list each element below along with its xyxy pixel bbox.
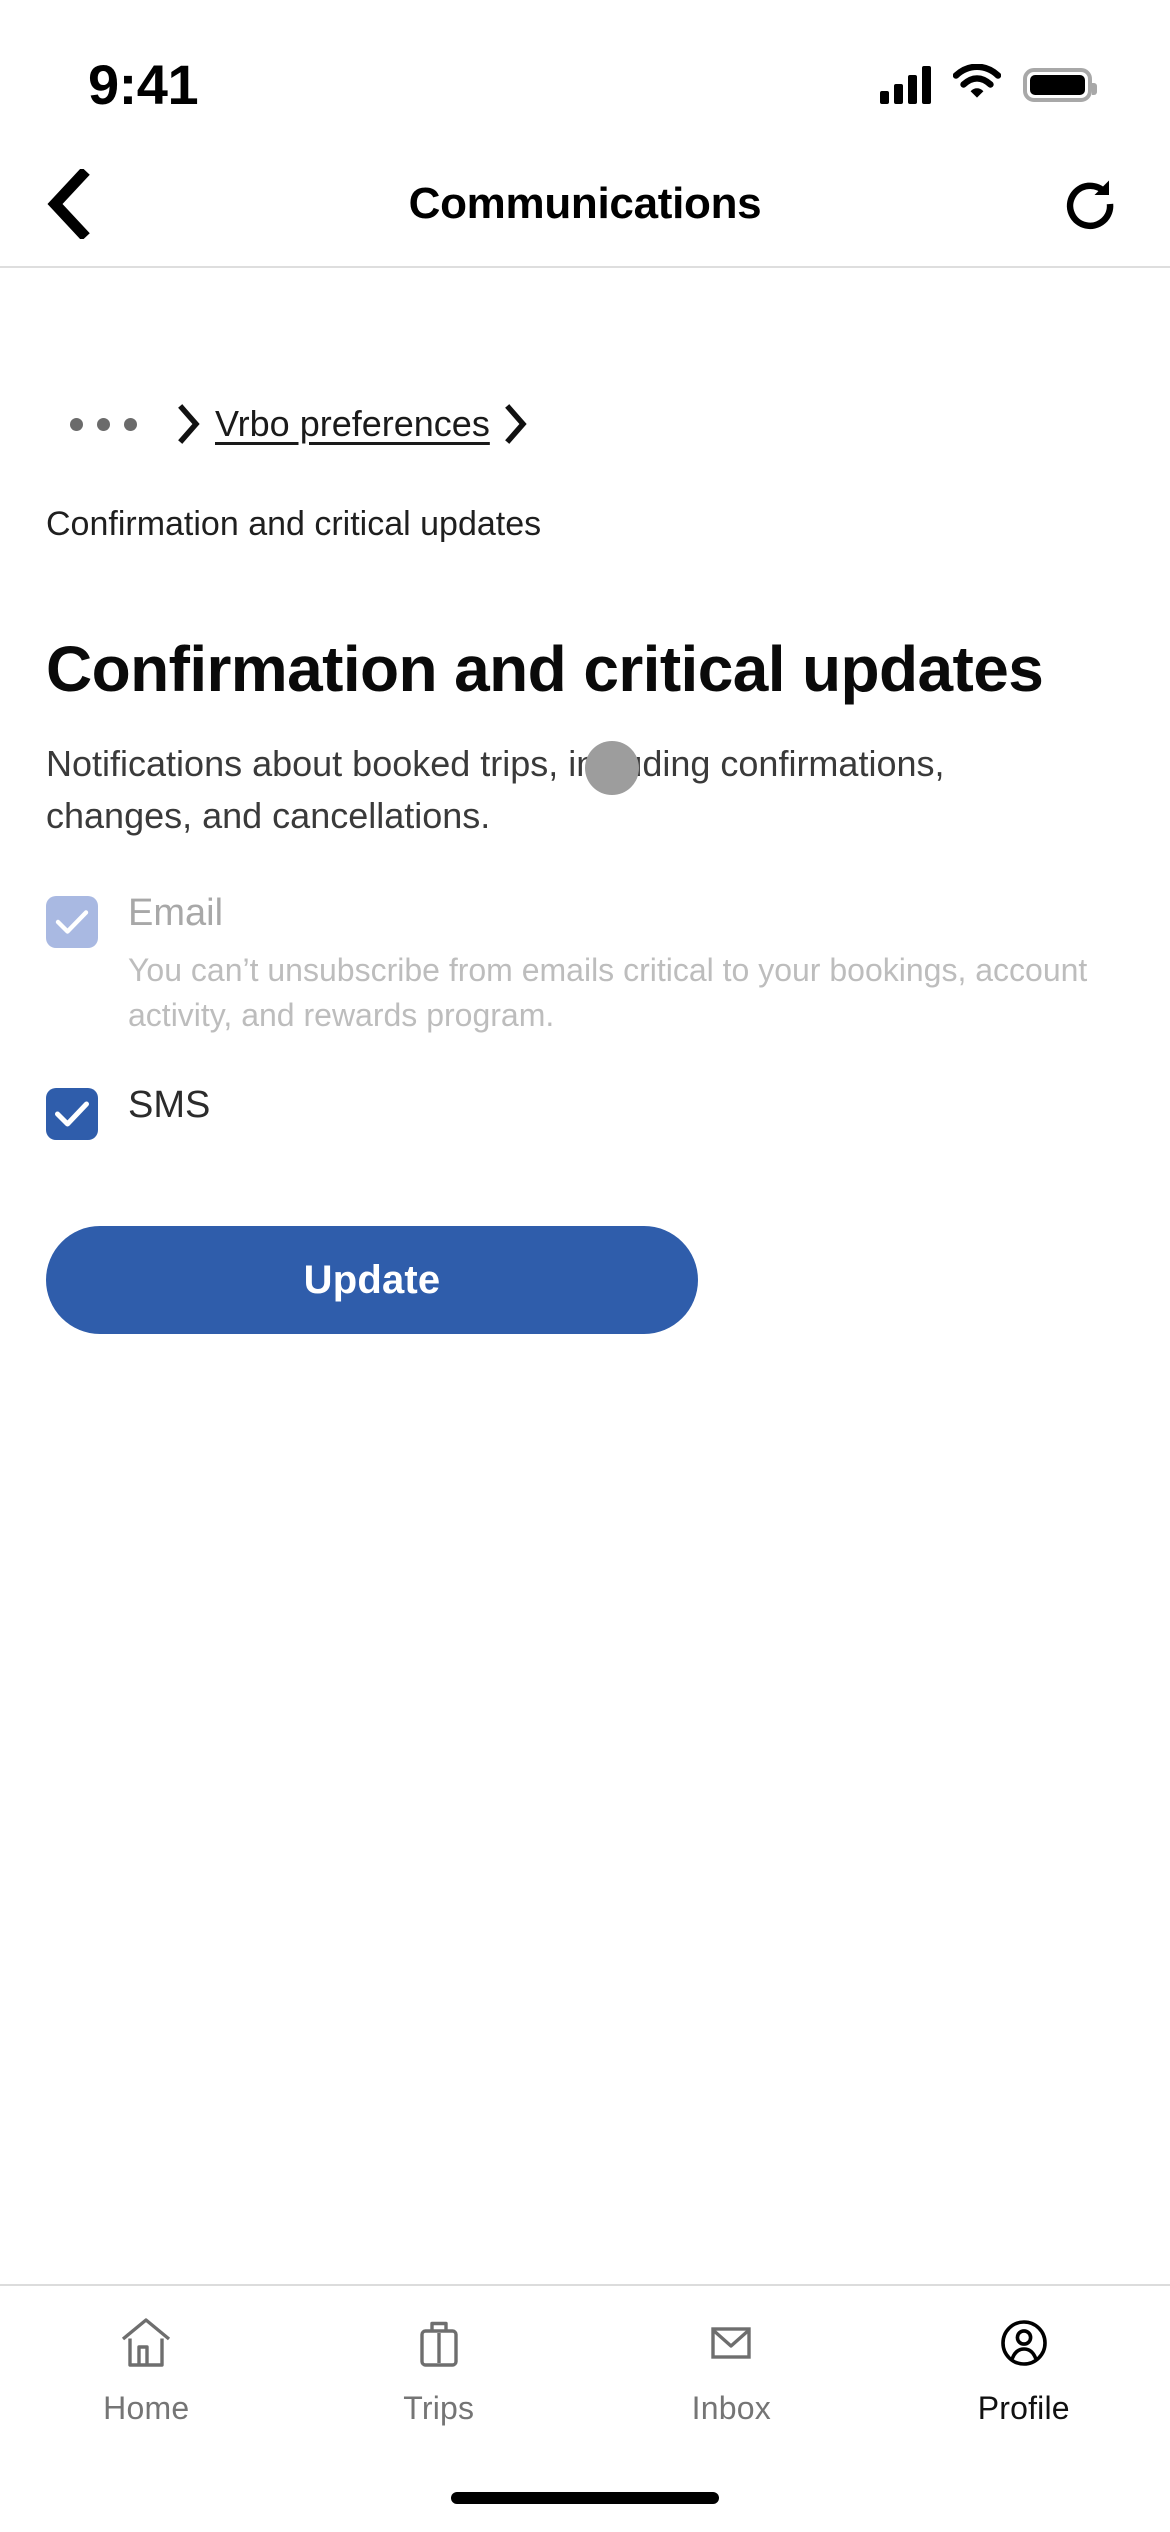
battery-full-icon	[1023, 68, 1097, 102]
navigation-bar: Communications	[0, 142, 1170, 268]
refresh-icon	[1066, 180, 1114, 230]
option-body-sms: SMS	[128, 1082, 1124, 1130]
breadcrumb-link-vrbo-preferences[interactable]: Vrbo preferences	[211, 403, 494, 445]
page-title: Confirmation and critical updates	[46, 633, 1044, 706]
ellipsis-icon[interactable]	[46, 417, 167, 431]
checkmark-icon	[55, 910, 89, 934]
checkbox-sms[interactable]	[46, 1088, 98, 1141]
checkbox-email	[46, 896, 98, 949]
option-label-sms: SMS	[128, 1084, 211, 1127]
tab-profile[interactable]: Profile	[878, 2312, 1170, 2427]
status-bar-time: 9:41	[88, 53, 199, 116]
checkmark-icon	[55, 1101, 89, 1127]
tab-label-profile: Profile	[977, 2390, 1070, 2426]
option-row-sms[interactable]: SMS	[46, 1082, 1124, 1141]
option-row-email: Email You can’t unsubscribe from emails …	[46, 890, 1124, 1038]
option-label-email: Email	[128, 892, 224, 935]
status-bar: 9:41	[0, 0, 1170, 142]
option-help-email: You can’t unsubscribe from emails critic…	[128, 951, 1088, 1034]
breadcrumb: Vrbo preferences	[46, 384, 1124, 464]
person-circle-icon	[995, 2312, 1053, 2374]
refresh-button[interactable]	[1046, 160, 1134, 248]
chevron-left-icon	[47, 169, 90, 239]
option-body-email: Email You can’t unsubscribe from emails …	[128, 890, 1124, 1038]
chevron-right-icon	[167, 404, 211, 444]
update-button[interactable]: Update	[46, 1226, 698, 1335]
bottom-tab-bar: Home Trips Inbox Profile	[0, 2284, 1170, 2532]
tab-inbox[interactable]: Inbox	[585, 2312, 878, 2427]
tab-label-trips: Trips	[403, 2390, 475, 2426]
content-area: Vrbo preferences Confirmation and critic…	[0, 268, 1170, 1335]
home-indicator	[451, 2492, 719, 2504]
notification-channel-list: Email You can’t unsubscribe from emails …	[46, 890, 1124, 1141]
suitcase-icon	[410, 2312, 468, 2374]
app-screen: 9:41 Communications Vrbo preferences Con…	[0, 0, 1170, 2532]
tab-trips[interactable]: Trips	[293, 2312, 586, 2427]
page-description: Notifications about booked trips, includ…	[46, 742, 945, 836]
breadcrumb-current: Confirmation and critical updates	[46, 505, 542, 543]
tab-label-home: Home	[103, 2390, 190, 2426]
cellular-signal-icon	[880, 66, 931, 104]
tab-label-inbox: Inbox	[691, 2390, 771, 2426]
back-button[interactable]	[24, 160, 112, 248]
tab-home[interactable]: Home	[0, 2312, 293, 2427]
page-title-header: Communications	[408, 179, 762, 228]
status-bar-icons	[880, 63, 1097, 107]
home-icon	[117, 2312, 175, 2374]
chevron-right-icon-trailing	[494, 404, 538, 444]
wifi-icon	[952, 63, 1002, 107]
envelope-icon	[702, 2312, 760, 2374]
